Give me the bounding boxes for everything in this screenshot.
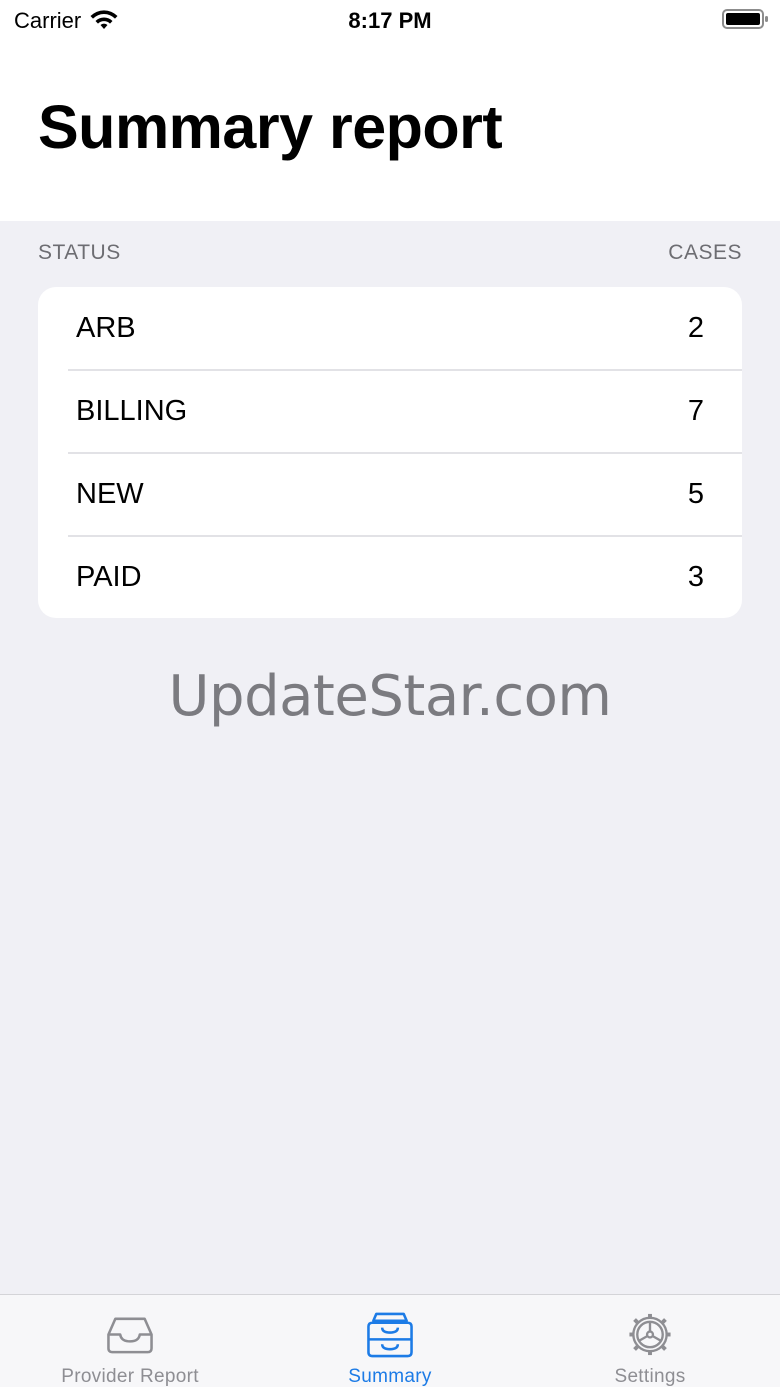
status-bar: Carrier 8:17 PM bbox=[0, 0, 780, 40]
list-item[interactable]: BILLING 7 bbox=[38, 370, 742, 453]
status-label: NEW bbox=[76, 478, 144, 510]
watermark: UpdateStar.com bbox=[168, 664, 612, 729]
app-screen: Carrier 8:17 PM Summary report STATUS CA… bbox=[0, 0, 780, 1387]
tab-bar: Provider Report Summary Settings bbox=[0, 1294, 780, 1387]
list-item[interactable]: NEW 5 bbox=[38, 453, 742, 536]
case-count: 7 bbox=[687, 395, 704, 427]
tray-icon bbox=[107, 1317, 153, 1354]
tab-summary[interactable]: Summary bbox=[260, 1295, 520, 1387]
status-label: PAID bbox=[76, 561, 142, 593]
case-count: 2 bbox=[687, 312, 704, 344]
page-title: Summary report bbox=[38, 93, 503, 161]
status-label: ARB bbox=[76, 312, 136, 344]
tab-label: Provider Report bbox=[61, 1366, 199, 1387]
tab-provider-report[interactable]: Provider Report bbox=[0, 1295, 260, 1387]
status-label: BILLING bbox=[76, 395, 188, 427]
gear-icon bbox=[629, 1313, 671, 1356]
tab-label: Summary bbox=[348, 1366, 432, 1387]
tab-label: Settings bbox=[614, 1366, 686, 1387]
clock: 8:17 PM bbox=[348, 8, 432, 33]
tray-full-icon bbox=[367, 1312, 413, 1358]
battery-icon bbox=[722, 9, 768, 29]
list-item[interactable]: ARB 2 bbox=[38, 287, 742, 370]
summary-list: ARB 2 BILLING 7 NEW 5 PAID 3 bbox=[38, 287, 742, 618]
cases-column-header: CASES bbox=[668, 241, 742, 264]
section-header: STATUS CASES bbox=[38, 241, 742, 265]
case-count: 3 bbox=[687, 561, 704, 593]
status-column-header: STATUS bbox=[38, 241, 121, 264]
case-count: 5 bbox=[687, 478, 704, 510]
tab-settings[interactable]: Settings bbox=[520, 1295, 780, 1387]
list-item[interactable]: PAID 3 bbox=[38, 536, 742, 618]
